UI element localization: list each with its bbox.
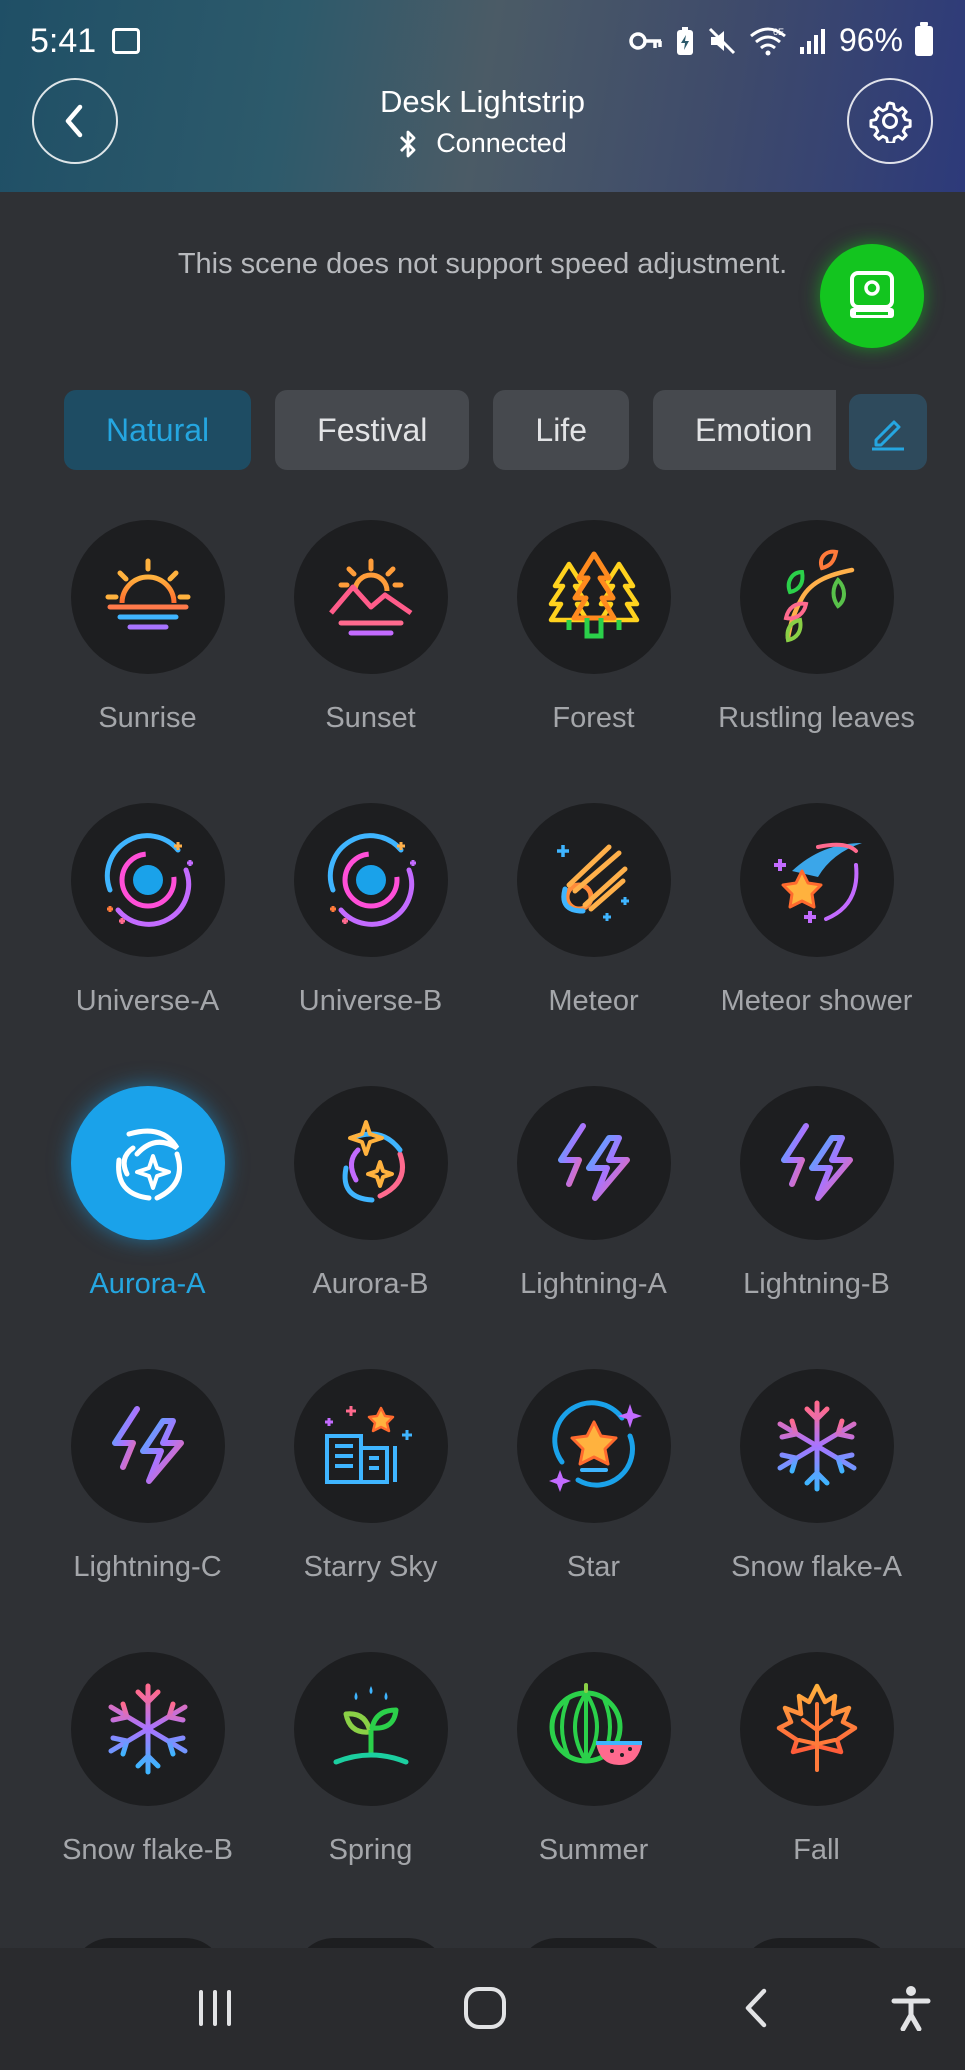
scene-label: Universe-A bbox=[75, 985, 220, 1017]
svg-text:6E: 6E bbox=[773, 27, 784, 37]
accessibility-icon bbox=[891, 1986, 931, 2031]
scene-aurora-a[interactable]: Aurora-A bbox=[36, 1086, 259, 1369]
scene-label: Summer bbox=[538, 1834, 649, 1866]
scene-label: Sunset bbox=[325, 702, 416, 734]
next-row-peek bbox=[0, 1938, 965, 1978]
sunrise-icon bbox=[70, 520, 225, 674]
scene-label: Rustling leaves bbox=[718, 702, 915, 734]
scene-lightning-a[interactable]: Lightning-A bbox=[482, 1086, 705, 1369]
edit-categories-button[interactable] bbox=[849, 394, 927, 470]
scene-universe-a[interactable]: Universe-A bbox=[36, 803, 259, 1086]
scene-spring[interactable]: Spring bbox=[259, 1652, 482, 1935]
status-bar: 5:41 6E 96% bbox=[0, 0, 965, 80]
header: 5:41 6E 96% Desk Lightstrip Connected bbox=[0, 0, 965, 192]
maple-leaf-icon bbox=[739, 1652, 894, 1806]
scene-fall[interactable]: Fall bbox=[705, 1652, 928, 1935]
speed-notice: This scene does not support speed adjust… bbox=[177, 248, 788, 280]
scene-label: Aurora-B bbox=[312, 1268, 429, 1300]
home-icon bbox=[464, 1987, 506, 2029]
system-nav-bar bbox=[0, 1948, 965, 2070]
scene-lightning-c[interactable]: Lightning-C bbox=[36, 1369, 259, 1652]
scene-aurora-b[interactable]: Aurora-B bbox=[259, 1086, 482, 1369]
scene-starry-sky[interactable]: Starry Sky bbox=[259, 1369, 482, 1652]
tab-festival[interactable]: Festival bbox=[275, 390, 470, 470]
star-icon bbox=[516, 1369, 671, 1523]
scene-rustling-leaves[interactable]: Rustling leaves bbox=[705, 520, 928, 803]
scene-star[interactable]: Star bbox=[482, 1369, 705, 1652]
watermelon-icon bbox=[516, 1652, 671, 1806]
vpn-key-icon bbox=[629, 31, 662, 50]
meteor-icon bbox=[516, 803, 671, 957]
shooting-star-icon bbox=[739, 803, 894, 957]
connection-status: Connected bbox=[0, 128, 965, 159]
device-shortcut-button[interactable] bbox=[820, 244, 924, 348]
recent-apps-icon bbox=[199, 1990, 231, 2026]
settings-button[interactable] bbox=[847, 78, 933, 164]
scene-snow-flake-b[interactable]: Snow flake-B bbox=[36, 1652, 259, 1935]
scene-meteor-shower[interactable]: Meteor shower bbox=[705, 803, 928, 1086]
scene-grid: Sunrise Sunset Forest Rustling leaves Un… bbox=[36, 520, 929, 1935]
scene-sunset[interactable]: Sunset bbox=[259, 520, 482, 803]
tab-life[interactable]: Life bbox=[493, 390, 629, 470]
leaves-icon bbox=[739, 520, 894, 674]
lightning-icon bbox=[70, 1369, 225, 1523]
sprout-icon bbox=[293, 1652, 448, 1806]
lightning-icon bbox=[516, 1086, 671, 1240]
battery-percent: 96% bbox=[838, 22, 903, 58]
galaxy-icon bbox=[293, 803, 448, 957]
accessibility-button[interactable] bbox=[876, 1976, 946, 2040]
scene-label: Starry Sky bbox=[303, 1551, 438, 1583]
scene-forest[interactable]: Forest bbox=[482, 520, 705, 803]
scene-label: Snow flake-B bbox=[62, 1834, 233, 1866]
city-stars-icon bbox=[293, 1369, 448, 1523]
snowflake-icon bbox=[739, 1369, 894, 1523]
scene-label: Aurora-A bbox=[89, 1268, 206, 1300]
sunset-icon bbox=[293, 520, 448, 674]
tab-emotion[interactable]: Emotion bbox=[653, 390, 836, 470]
scene-summer[interactable]: Summer bbox=[482, 1652, 705, 1935]
galaxy-icon bbox=[70, 803, 225, 957]
mute-icon bbox=[708, 27, 736, 54]
recent-apps-button[interactable] bbox=[180, 1976, 250, 2040]
wifi-icon: 6E bbox=[750, 27, 786, 55]
bluetooth-icon bbox=[400, 130, 416, 157]
scene-label: Lightning-A bbox=[520, 1268, 667, 1300]
system-back-button[interactable] bbox=[722, 1976, 792, 2040]
scene-label: Sunrise bbox=[98, 702, 197, 734]
tab-natural[interactable]: Natural bbox=[64, 390, 252, 470]
battery-icon bbox=[915, 21, 933, 56]
scene-label: Fall bbox=[793, 1834, 840, 1866]
signal-icon bbox=[799, 28, 825, 54]
scene-label: Lightning-C bbox=[73, 1551, 222, 1583]
status-time: 5:41 bbox=[30, 22, 97, 60]
aurora-icon bbox=[70, 1086, 225, 1240]
pencil-icon bbox=[872, 420, 904, 451]
scene-sunrise[interactable]: Sunrise bbox=[36, 520, 259, 803]
scene-meteor[interactable]: Meteor bbox=[482, 803, 705, 1086]
scene-label: Meteor shower bbox=[720, 985, 913, 1017]
scene-universe-b[interactable]: Universe-B bbox=[259, 803, 482, 1086]
scene-label: Star bbox=[566, 1551, 621, 1583]
scene-label: Lightning-B bbox=[743, 1268, 890, 1300]
lightning-icon bbox=[739, 1086, 894, 1240]
scene-label: Meteor bbox=[548, 985, 639, 1017]
forest-icon bbox=[516, 520, 671, 674]
scene-snow-flake-a[interactable]: Snow flake-A bbox=[705, 1369, 928, 1652]
snowflake-icon bbox=[70, 1652, 225, 1806]
gallery-icon bbox=[112, 28, 140, 54]
device-title: Desk Lightstrip bbox=[379, 84, 586, 119]
category-tabs: Natural Festival Life Emotion bbox=[64, 390, 836, 470]
lamp-device-icon bbox=[850, 271, 894, 318]
aurora-icon bbox=[293, 1086, 448, 1240]
battery-saver-icon bbox=[676, 26, 693, 55]
back-arrow-icon bbox=[745, 1988, 767, 2028]
scene-label: Snow flake-A bbox=[731, 1551, 902, 1583]
scene-lightning-b[interactable]: Lightning-B bbox=[705, 1086, 928, 1369]
connection-label: Connected bbox=[436, 128, 567, 158]
scene-label: Spring bbox=[328, 1834, 413, 1866]
gear-icon bbox=[869, 101, 912, 143]
scene-label: Forest bbox=[552, 702, 635, 734]
scene-label: Universe-B bbox=[298, 985, 443, 1017]
home-button[interactable] bbox=[450, 1976, 520, 2040]
